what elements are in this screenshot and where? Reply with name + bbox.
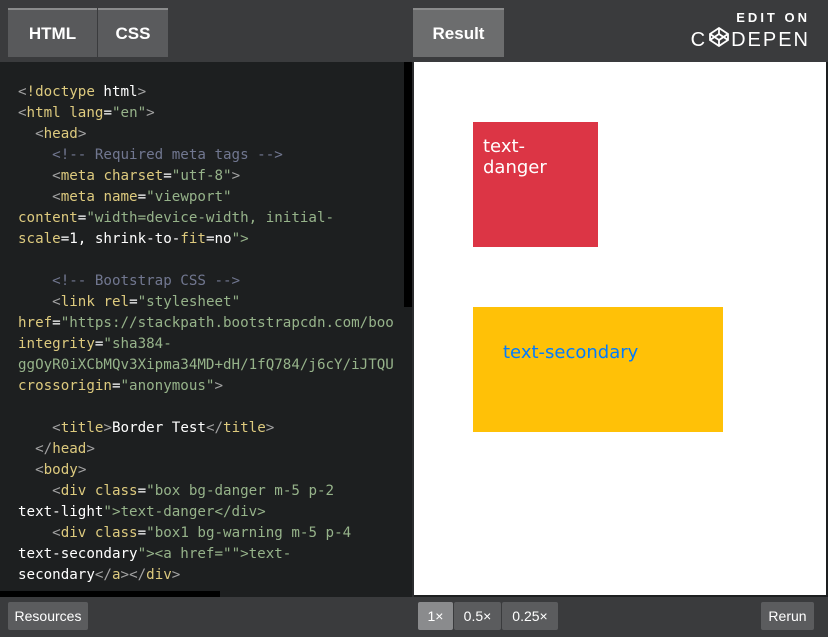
secondary-link[interactable]: text-secondary <box>503 342 638 363</box>
code-line: </head> <box>35 441 95 457</box>
zoom-1x-button[interactable]: 1× <box>418 602 453 630</box>
result-pane: text-danger text-secondary <box>414 62 826 595</box>
vertical-scrollbar[interactable] <box>404 62 412 307</box>
brand-name-right: DEPEN <box>731 28 810 51</box>
top-bar: HTML CSS Result EDIT ON C DEPEN <box>0 0 828 62</box>
code-line: <title>Border Test</title> <box>52 420 275 436</box>
resources-button[interactable]: Resources <box>8 602 88 630</box>
code-line: <meta charset="utf-8"> <box>52 168 241 184</box>
warning-box: text-secondary <box>473 307 723 432</box>
brand-edit-on: EDIT ON <box>736 10 810 25</box>
code-line: ggOyR0iXCbMQv3Xipma34MD+dH/1fQ784/j6cY/i… <box>18 357 394 373</box>
bottom-bar: Resources 1× 0.5× 0.25× Rerun <box>0 597 828 637</box>
danger-box: text-danger <box>473 122 598 247</box>
code-line: <!doctype html> <box>18 84 147 100</box>
html-code-editor[interactable]: <!doctype html> <html lang="en"> <head> <… <box>0 62 412 597</box>
danger-box-text: text-danger <box>483 136 547 178</box>
code-line: <head> <box>35 126 87 142</box>
code-line: <!-- Bootstrap CSS --> <box>18 273 241 289</box>
codepen-logo: C DEPEN <box>690 26 810 53</box>
tab-css[interactable]: CSS <box>98 8 168 57</box>
tab-html[interactable]: HTML <box>8 8 97 57</box>
code-line: text-light">text-danger</div> <box>18 504 266 520</box>
code-line: <body> <box>35 462 87 478</box>
code-line: text-secondary"><a href="">text- <box>18 546 292 562</box>
code-line: crossorigin="anonymous"> <box>18 378 224 394</box>
rerun-button[interactable]: Rerun <box>761 602 814 630</box>
tab-result[interactable]: Result <box>413 8 504 57</box>
code-line: <div class="box1 bg-warning m-5 p-4 <box>52 525 352 541</box>
code-line: secondary</a></div> <box>18 567 181 583</box>
code-line: integrity="sha384- <box>18 336 172 352</box>
code-line: <meta name="viewport" <box>52 189 232 205</box>
code-line: scale=1, shrink-to-fit=no"> <box>18 231 249 247</box>
zoom-0-5x-button[interactable]: 0.5× <box>454 602 501 630</box>
edit-on-codepen-link[interactable]: EDIT ON C DEPEN <box>691 10 810 53</box>
code-line: <html lang="en"> <box>18 105 155 121</box>
code-line: href="https://stackpath.bootstrapcdn.com… <box>18 315 394 331</box>
code-line: <link rel="stylesheet" <box>52 294 241 310</box>
code-line: content="width=device-width, initial- <box>18 210 335 226</box>
brand-name-left: C <box>690 28 708 51</box>
codepen-cube-icon <box>709 26 729 53</box>
code-line: <!-- Required meta tags --> <box>18 147 283 163</box>
code-content[interactable]: <!doctype html> <html lang="en"> <head> <… <box>18 82 412 586</box>
zoom-0-25x-button[interactable]: 0.25× <box>502 602 558 630</box>
code-line: <div class="box bg-danger m-5 p-2 <box>52 483 335 499</box>
